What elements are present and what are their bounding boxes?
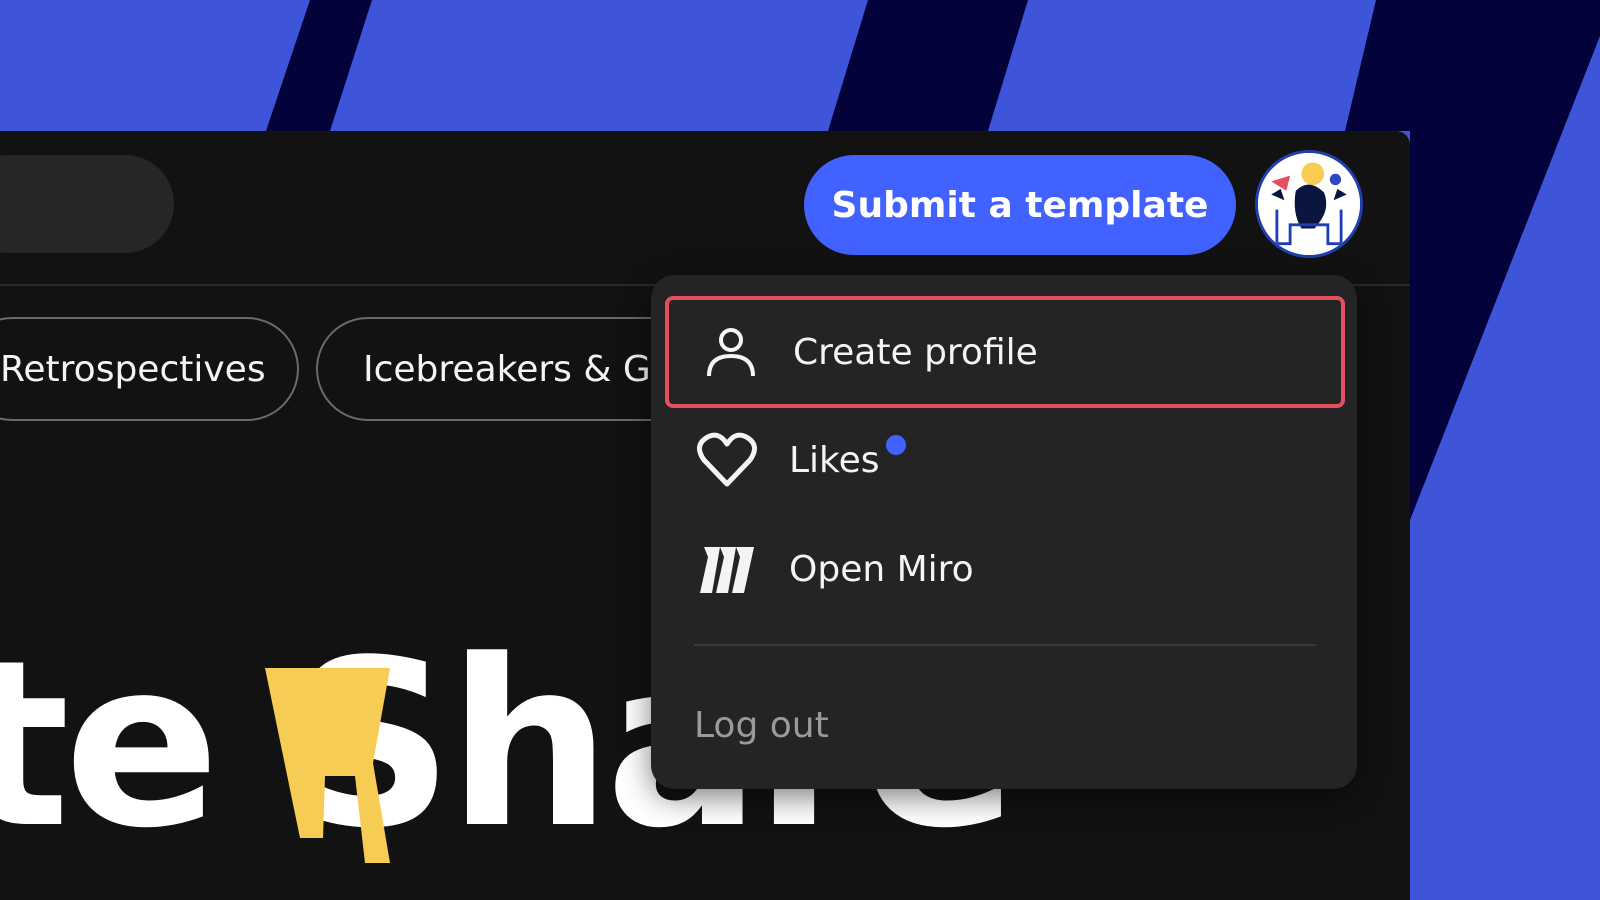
menu-divider [694, 644, 1316, 646]
user-avatar[interactable] [1255, 150, 1363, 258]
yellow-mark-logo-icon [265, 668, 390, 863]
category-label: Icebreakers & G [363, 348, 651, 390]
submit-template-button[interactable]: Submit a template [804, 155, 1236, 255]
logout-label: Log out [694, 704, 829, 746]
menu-item-label: Create profile [793, 331, 1038, 373]
person-icon [699, 320, 763, 384]
menu-item-create-profile[interactable]: Create profile [665, 296, 1345, 408]
menu-item-label: Open Miro [789, 548, 974, 590]
logout-button[interactable]: Log out [694, 675, 829, 775]
menu-item-likes[interactable]: Likes [665, 404, 1345, 516]
notification-dot [885, 435, 906, 455]
heart-icon [695, 428, 759, 492]
avatar-illustration-icon [1258, 153, 1360, 255]
menu-item-label: Likes [789, 439, 880, 481]
miro-logo-icon [695, 537, 759, 601]
search-input[interactable] [0, 155, 174, 253]
category-tab-retrospectives[interactable]: Retrospectives [0, 317, 299, 421]
submit-template-label: Submit a template [831, 184, 1209, 226]
menu-item-open-miro[interactable]: Open Miro [665, 513, 1345, 625]
profile-menu: Create profile Likes Open Miro Log out [651, 275, 1357, 789]
category-label: Retrospectives [0, 348, 266, 390]
